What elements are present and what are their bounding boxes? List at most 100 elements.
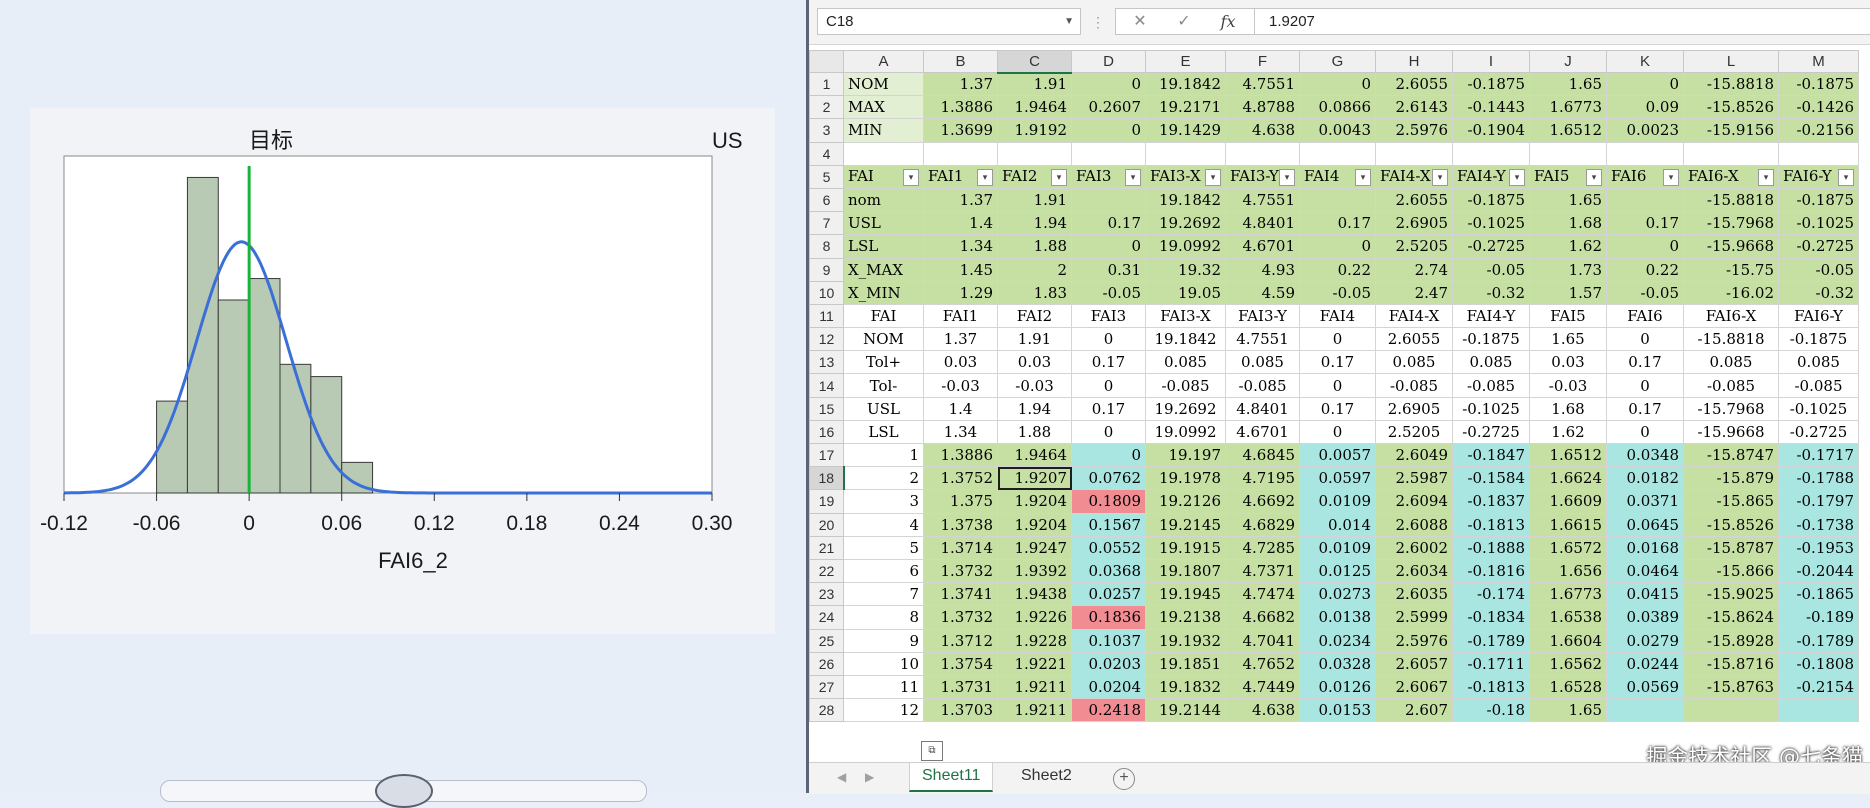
- cell[interactable]: -0.1025: [1452, 396, 1530, 421]
- cell[interactable]: [1071, 141, 1146, 166]
- cell[interactable]: 1.3731: [923, 674, 998, 700]
- cell[interactable]: -0.1888: [1452, 535, 1530, 560]
- cell[interactable]: 0.17: [1071, 396, 1146, 421]
- cell[interactable]: 4: [843, 512, 924, 537]
- cell[interactable]: -0.085: [1145, 373, 1226, 398]
- cell[interactable]: 8: [843, 605, 924, 630]
- cell[interactable]: [1071, 187, 1146, 213]
- filter-dropdown-icon[interactable]: ▾: [1432, 169, 1448, 187]
- filter-dropdown-icon[interactable]: ▾: [1279, 169, 1295, 187]
- cell[interactable]: -15.9668: [1683, 419, 1779, 445]
- cell[interactable]: 1.88: [997, 419, 1072, 445]
- cell[interactable]: 4.8401: [1225, 396, 1300, 421]
- cell[interactable]: NOM: [843, 71, 924, 97]
- row-header[interactable]: 4: [809, 141, 844, 166]
- row-header[interactable]: 5: [809, 164, 844, 189]
- scroll-left-icon[interactable]: ◀: [837, 770, 846, 784]
- cell[interactable]: 2.6905: [1375, 396, 1453, 421]
- cell[interactable]: 1.91: [997, 71, 1072, 97]
- cell[interactable]: 1.9211: [997, 674, 1072, 700]
- cell[interactable]: 0.0168: [1606, 535, 1684, 560]
- cell[interactable]: FAI: [843, 303, 924, 329]
- cell[interactable]: FAI3-X: [1145, 303, 1226, 329]
- cell[interactable]: 0: [1299, 419, 1376, 445]
- cell[interactable]: -15.879: [1683, 466, 1779, 491]
- tab-sheet11[interactable]: Sheet11: [909, 763, 994, 792]
- cell[interactable]: 4.7551: [1225, 71, 1300, 97]
- cell[interactable]: 19.1851: [1145, 651, 1226, 676]
- cell[interactable]: 1.3741: [923, 582, 998, 607]
- cell[interactable]: 1.6773: [1529, 95, 1607, 120]
- cell[interactable]: 4.6701: [1225, 419, 1300, 445]
- row-header[interactable]: 28: [809, 698, 844, 723]
- column-header[interactable]: I: [1452, 50, 1530, 73]
- cell[interactable]: 0.0257: [1071, 582, 1146, 607]
- cell[interactable]: -0.085: [1778, 373, 1859, 398]
- cell[interactable]: 4.59: [1225, 280, 1300, 305]
- cell[interactable]: FAI4-Y: [1452, 303, 1530, 329]
- cell[interactable]: 1.62: [1529, 419, 1607, 445]
- cell[interactable]: 1.91: [997, 327, 1072, 352]
- cell[interactable]: 19.2692: [1145, 396, 1226, 421]
- cell[interactable]: -15.8818: [1683, 187, 1779, 213]
- cell[interactable]: 2.5976: [1375, 628, 1453, 653]
- cell[interactable]: 0.1836: [1071, 605, 1146, 630]
- cell[interactable]: -0.1808: [1778, 651, 1859, 676]
- select-all-corner[interactable]: [809, 50, 844, 73]
- cell[interactable]: 9: [843, 628, 924, 653]
- cell[interactable]: -0.1025: [1778, 211, 1859, 236]
- cell[interactable]: 0: [1071, 373, 1146, 398]
- row-header[interactable]: 8: [809, 234, 844, 259]
- filter-dropdown-icon[interactable]: ▾: [1205, 169, 1221, 187]
- row-header[interactable]: 15: [809, 396, 844, 421]
- cell[interactable]: 0.0389: [1606, 605, 1684, 630]
- cell[interactable]: FAI1: [923, 303, 998, 329]
- cell[interactable]: -0.085: [1683, 373, 1779, 398]
- cell[interactable]: 19.1832: [1145, 674, 1226, 700]
- cell[interactable]: USL: [843, 211, 924, 236]
- column-header[interactable]: K: [1606, 50, 1684, 73]
- cancel-icon[interactable]: ✕: [1120, 9, 1160, 34]
- cell[interactable]: -0.1875: [1452, 71, 1530, 97]
- cell[interactable]: 2.6094: [1375, 489, 1453, 514]
- cell[interactable]: 0: [1071, 419, 1146, 445]
- cell[interactable]: 0.2418: [1071, 698, 1146, 723]
- cell[interactable]: FAI2: [997, 303, 1072, 329]
- cell[interactable]: 0.0057: [1299, 442, 1376, 468]
- cell[interactable]: 2.6088: [1375, 512, 1453, 537]
- cell[interactable]: 0.0569: [1606, 674, 1684, 700]
- cell[interactable]: 1.9221: [997, 651, 1072, 676]
- cell[interactable]: 0.0328: [1299, 651, 1376, 676]
- cell[interactable]: -0.32: [1452, 280, 1530, 305]
- cell[interactable]: 1.9464: [997, 442, 1072, 468]
- cell[interactable]: 0.0597: [1299, 466, 1376, 491]
- row-header[interactable]: 23: [809, 582, 844, 607]
- filter-dropdown-icon[interactable]: ▾: [1051, 169, 1067, 187]
- cell[interactable]: -0.2725: [1452, 419, 1530, 445]
- cell[interactable]: 1.37: [923, 187, 998, 213]
- formula-input[interactable]: 1.9207: [1255, 8, 1870, 35]
- cell[interactable]: 1.45: [923, 257, 998, 282]
- cell[interactable]: 0.09: [1606, 95, 1684, 120]
- cell[interactable]: 0.0645: [1606, 512, 1684, 537]
- column-header[interactable]: F: [1225, 50, 1300, 73]
- cell[interactable]: 1.3732: [923, 558, 998, 584]
- row-header[interactable]: 14: [809, 373, 844, 398]
- column-header[interactable]: M: [1778, 50, 1859, 73]
- cell[interactable]: 0.0204: [1071, 674, 1146, 700]
- cell[interactable]: [1145, 141, 1226, 166]
- cell[interactable]: [1299, 141, 1376, 166]
- cell[interactable]: 1.65: [1529, 71, 1607, 97]
- cell[interactable]: -15.8763: [1683, 674, 1779, 700]
- cell[interactable]: 1.4: [923, 396, 998, 421]
- row-header[interactable]: 18: [809, 466, 845, 491]
- cell[interactable]: 19.2145: [1145, 512, 1226, 537]
- row-header[interactable]: 7: [809, 211, 844, 236]
- cell[interactable]: 1.94: [997, 396, 1072, 421]
- cell[interactable]: 0.085: [1683, 350, 1779, 375]
- cell[interactable]: 19.32: [1145, 257, 1226, 282]
- cell[interactable]: LSL: [843, 234, 924, 259]
- cell[interactable]: 1.6562: [1529, 651, 1607, 676]
- cell[interactable]: 4.6845: [1225, 442, 1300, 468]
- cell[interactable]: 10: [843, 651, 924, 676]
